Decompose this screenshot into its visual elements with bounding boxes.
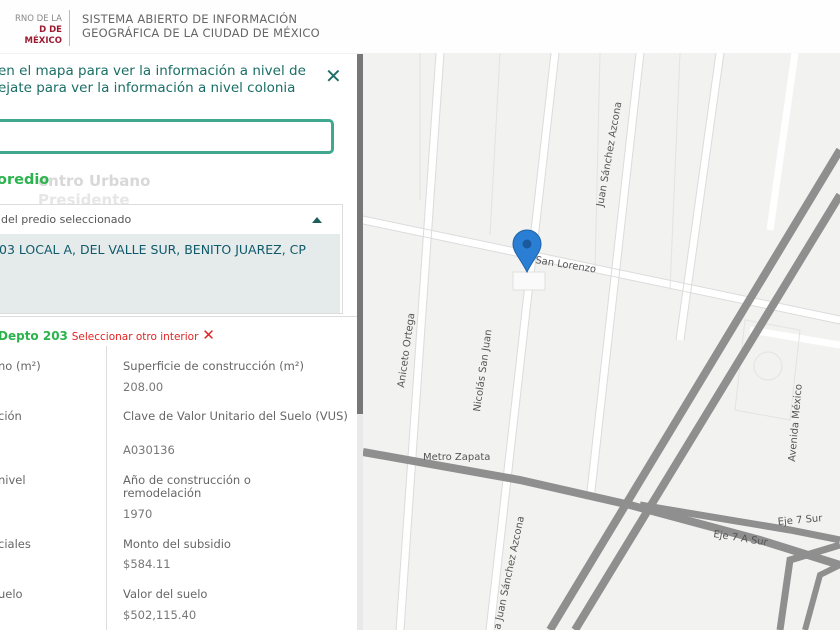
field-left-4: ciales [0, 537, 31, 551]
gov-logo-line2: D DE MÉXICO [24, 25, 62, 46]
field-left-3: nivel [0, 473, 26, 487]
field-subsidy-label: Monto del subsidio [123, 537, 231, 551]
instruction-line2: ejate para ver la información a nivel co… [0, 80, 296, 96]
site-title-line2: GEOGRÁFICA DE LA CIUDAD DE MÉXICO [82, 26, 320, 40]
field-subsidy-value: $584.11 [123, 557, 171, 571]
app-header: RNO DE LA D DE MÉXICO SISTEMA ABIERTO DE… [0, 0, 840, 53]
field-construction-area-value: 208.00 [123, 380, 164, 394]
field-left-2: ción [0, 409, 22, 423]
accordion-label: del predio seleccionado [1, 213, 132, 226]
accordion-body: 03 LOCAL A, DEL VALLE SUR, BENITO JUAREZ… [0, 234, 340, 313]
field-land-value-value: $502,115.40 [123, 608, 197, 622]
map-ghost-label-1: entro Urbano [38, 172, 151, 190]
accordion-header[interactable]: del predio seleccionado [0, 205, 340, 233]
header-divider [69, 10, 70, 46]
site-title-line1: SISTEMA ABIERTO DE INFORMACIÓN [82, 12, 298, 26]
scrollbar-thumb[interactable] [357, 54, 363, 414]
divider [0, 316, 357, 317]
field-year-label: Año de construcción o remodelación [123, 473, 251, 500]
instruction-line1: en el mapa para ver la información a niv… [0, 63, 306, 79]
column-divider [106, 346, 107, 630]
remove-interior-icon[interactable]: ✕ [202, 326, 215, 344]
selected-parcel-accordion: del predio seleccionado 03 LOCAL A, DEL … [0, 204, 343, 314]
close-panel-icon[interactable]: ✕ [325, 64, 342, 88]
interior-selector: Depto 203 Seleccionar otro interior ✕ [0, 326, 215, 344]
field-vus-value: A030136 [123, 443, 175, 457]
instruction-text: en el mapa para ver la información a niv… [0, 63, 316, 97]
field-left-5: uelo [0, 587, 23, 601]
select-other-interior-link[interactable]: Seleccionar otro interior [72, 331, 199, 343]
field-vus-label: Clave de Valor Unitario del Suelo (VUS) [123, 409, 348, 423]
search-input[interactable] [0, 119, 334, 154]
panel-scrollbar[interactable] [357, 54, 363, 630]
field-land-value-label: Valor del suelo [123, 587, 208, 601]
map-label-metro-zapata: Metro Zapata [423, 452, 490, 463]
government-logo: RNO DE LA D DE MÉXICO [0, 14, 62, 47]
site-title: SISTEMA ABIERTO DE INFORMACIÓN GEOGRÁFIC… [82, 12, 320, 40]
interior-label: Depto 203 [0, 329, 68, 343]
info-panel: en el mapa para ver la información a niv… [0, 54, 357, 630]
field-year-value: 1970 [123, 507, 153, 521]
gov-logo-line1: RNO DE LA [14, 14, 62, 24]
field-left-1: no (m²) [0, 359, 41, 373]
section-title-predio: oredio [0, 172, 50, 188]
caret-up-icon[interactable] [312, 217, 322, 223]
parcel-address: 03 LOCAL A, DEL VALLE SUR, BENITO JUAREZ… [0, 242, 306, 257]
field-construction-area-label: Superficie de construcción (m²) [123, 359, 304, 373]
